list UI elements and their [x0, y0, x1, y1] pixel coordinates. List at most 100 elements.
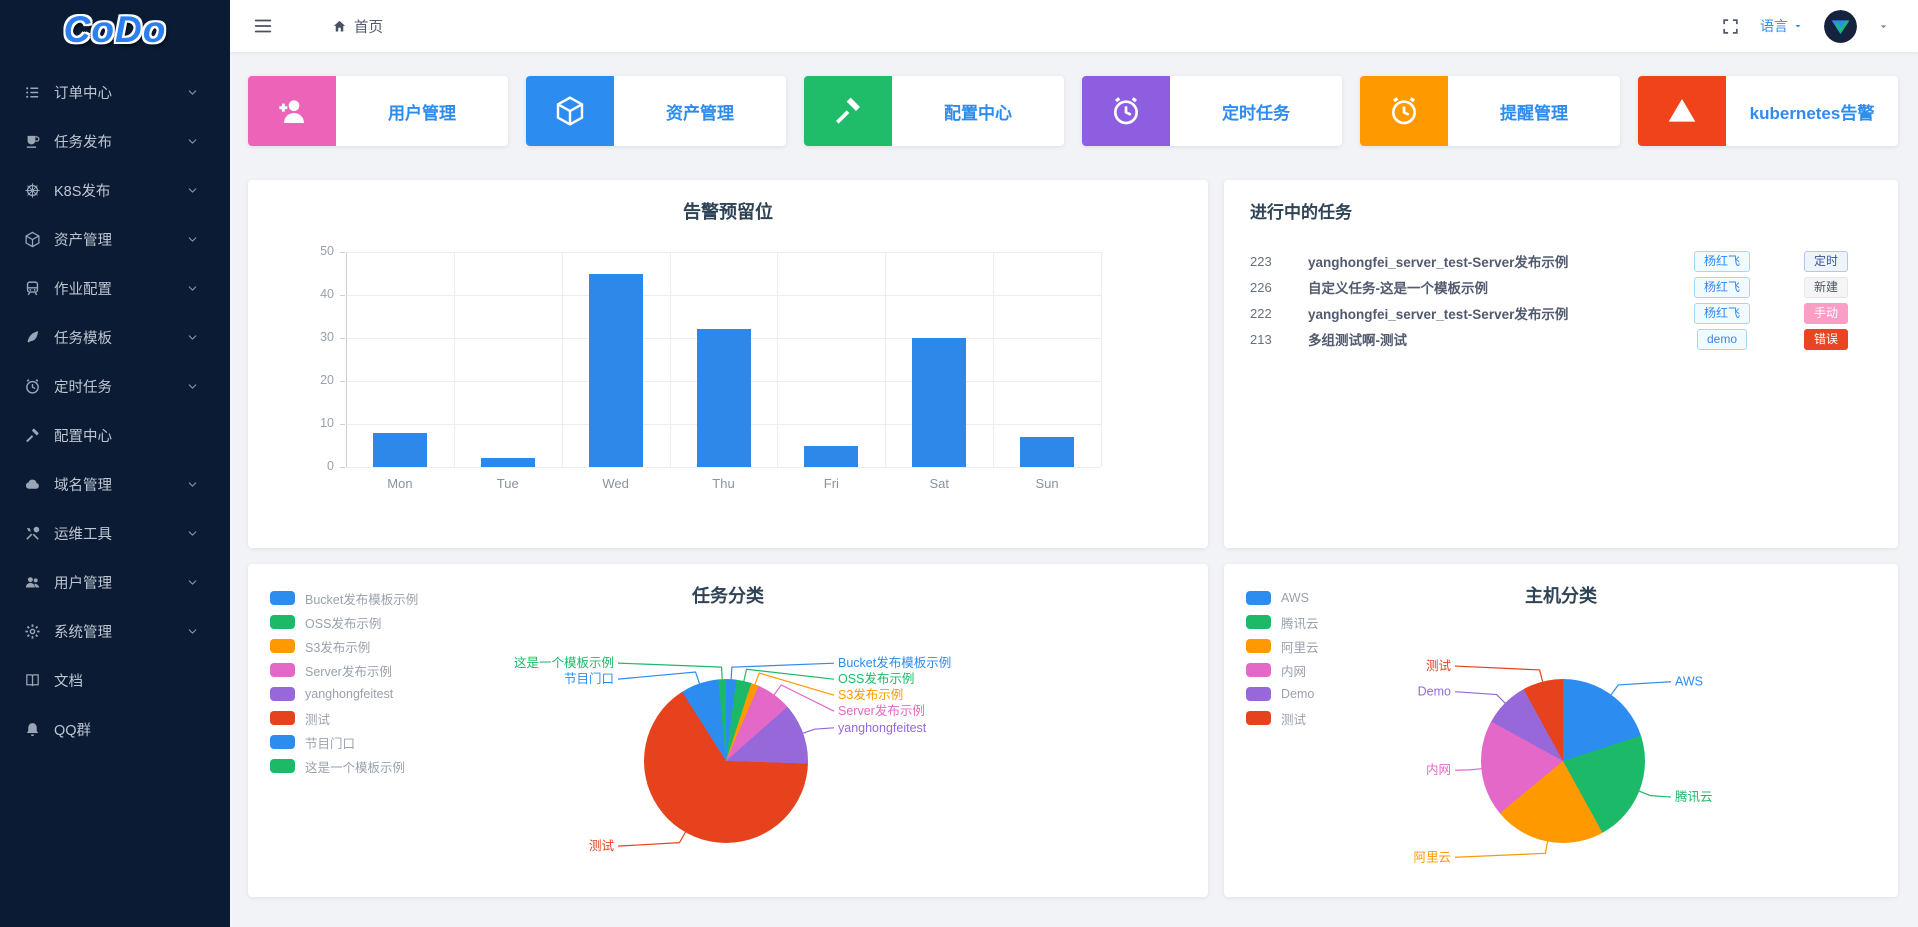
quick-card-kubernetes-alerts[interactable]: kubernetes告警 — [1638, 76, 1898, 146]
pie-slice-label: 内网 — [1426, 763, 1451, 777]
legend-swatch — [270, 687, 295, 701]
legend-label: OSS发布示例 — [305, 616, 382, 631]
book-icon — [26, 674, 39, 687]
breadcrumb-home-label: 首页 — [354, 19, 383, 36]
quick-card-asset-management[interactable]: 资产管理 — [526, 76, 786, 146]
legend-label: Server发布示例 — [305, 664, 392, 679]
quick-card-reminder-management[interactable]: 提醒管理 — [1360, 76, 1620, 146]
quick-card-user-management[interactable]: 用户管理 — [248, 76, 508, 146]
task-id: 223 — [1250, 253, 1272, 269]
pie-label-leader — [1454, 838, 1549, 858]
y-tick — [340, 467, 345, 468]
language-selector[interactable]: 语言 — [1760, 16, 1804, 36]
pie-slice-label: 腾讯云 — [1675, 789, 1713, 804]
sidebar-item-domain-management[interactable]: 域名管理 — [0, 460, 230, 509]
sidebar-item-label: K8S发布 — [54, 184, 111, 200]
quick-card-icon-box — [526, 76, 614, 146]
running-tasks-panel: 进行中的任务 223 yanghongfei_server_test-Server… — [1224, 180, 1898, 548]
sidebar-item-label: 用户管理 — [54, 576, 112, 592]
bar-Wed — [588, 273, 643, 467]
legend-swatch — [1246, 687, 1271, 701]
avatar[interactable] — [1824, 9, 1857, 43]
sidebar-item-cron-jobs[interactable]: 定时任务 — [0, 362, 230, 411]
legend-item[interactable]: Bucket发布模板示例 — [270, 586, 418, 610]
legend-swatch — [1246, 711, 1271, 725]
pie-label-leader — [742, 668, 835, 685]
chevron-down-icon — [188, 188, 197, 193]
sidebar-item-ops-tools[interactable]: 运维工具 — [0, 509, 230, 558]
sidebar-item-asset-management[interactable]: 资产管理 — [0, 215, 230, 264]
pie-slice-label: 测试 — [1426, 658, 1452, 673]
fullscreen-icon[interactable] — [1721, 17, 1740, 36]
caret-down-icon — [1795, 25, 1801, 28]
task-row[interactable]: 222 yanghongfei_server_test-Server发布示例 杨红飞… — [1250, 300, 1872, 326]
gridline — [346, 467, 1101, 468]
sidebar-item-system-management[interactable]: 系统管理 — [0, 607, 230, 656]
legend-label: Demo — [1281, 687, 1315, 701]
menu-toggle-icon[interactable] — [252, 15, 274, 37]
pie-label-leader — [730, 662, 835, 683]
legend-swatch — [1246, 663, 1271, 677]
x-tick-label: Sat — [929, 476, 949, 491]
legend-item[interactable]: S3发布示例 — [270, 634, 418, 658]
legend-item[interactable]: 腾讯云 — [1246, 610, 1319, 634]
quick-card-cron-jobs[interactable]: 定时任务 — [1082, 76, 1342, 146]
hammer-icon — [836, 97, 860, 124]
sidebar-item-qq-group[interactable]: QQ群 — [0, 705, 230, 754]
legend-label: S3发布示例 — [305, 640, 371, 655]
gridline — [561, 252, 563, 467]
sidebar-item-task-template[interactable]: 任务模板 — [0, 313, 230, 362]
legend-item[interactable]: 阿里云 — [1246, 634, 1319, 658]
legend-item[interactable]: AWS — [1246, 586, 1319, 610]
x-tick-label: Fri — [823, 476, 839, 491]
quick-card-icon-box — [248, 76, 336, 146]
task-title: 多组测试啊-测试 — [1308, 333, 1407, 348]
legend-swatch — [1246, 591, 1271, 605]
task-row[interactable]: 213 多组测试啊-测试 demo 错误 — [1250, 326, 1872, 352]
legend-item[interactable]: 内网 — [1246, 658, 1319, 682]
sidebar-item-docs[interactable]: 文档 — [0, 656, 230, 705]
gridline — [993, 252, 995, 467]
quick-card-config-center[interactable]: 配置中心 — [804, 76, 1064, 146]
legend-item[interactable]: yanghongfeitest — [270, 682, 418, 706]
list-icon — [26, 87, 39, 98]
legend-item[interactable]: 节目门口 — [270, 730, 418, 754]
legend-item[interactable]: Server发布示例 — [270, 658, 418, 682]
sidebar-item-label: 资产管理 — [54, 233, 112, 249]
legend-item[interactable]: Demo — [1246, 682, 1319, 706]
sidebar-item-config-center[interactable]: 配置中心 — [0, 411, 230, 460]
app-logo[interactable]: CoDo — [0, 0, 230, 60]
gridline — [346, 295, 1101, 296]
x-tick-label: Mon — [387, 476, 413, 491]
pie-label-leader — [617, 662, 723, 683]
task-title: yanghongfei_server_test-Server发布示例 — [1308, 307, 1569, 322]
sidebar-item-task-release[interactable]: 任务发布 — [0, 117, 230, 166]
legend-item[interactable]: 这是一个模板示例 — [270, 754, 418, 778]
sidebar-item-user-management[interactable]: 用户管理 — [0, 558, 230, 607]
legend-item[interactable]: 测试 — [1246, 706, 1319, 730]
chevron-down-icon — [188, 335, 197, 340]
task-row[interactable]: 223 yanghongfei_server_test-Server发布示例 杨红飞… — [1250, 248, 1872, 274]
pie-slice-label: OSS发布示例 — [838, 671, 914, 686]
user-menu-caret-icon[interactable] — [1877, 20, 1890, 33]
topbar-right: 语言 — [1721, 9, 1918, 43]
home-icon — [333, 20, 346, 31]
cloud-icon — [25, 479, 39, 489]
sidebar-item-job-config[interactable]: 作业配置 — [0, 264, 230, 313]
y-tick-label: 20 — [320, 373, 334, 387]
pie-slice-label: 这是一个模板示例 — [514, 655, 614, 670]
sidebar-item-k8s-release[interactable]: K8S发布 — [0, 166, 230, 215]
pie-chart — [1481, 679, 1645, 843]
task-row[interactable]: 226 自定义任务-这是一个模板示例 杨红飞 新建 — [1250, 274, 1872, 300]
quick-card-icon-box — [1360, 76, 1448, 146]
panel-title: 告警预留位 — [683, 202, 773, 222]
y-axis — [346, 252, 347, 467]
breadcrumb[interactable]: 首页 — [332, 16, 383, 37]
sidebar-item-label: 任务模板 — [54, 331, 112, 347]
chevron-down-icon — [188, 384, 197, 389]
sidebar-item-label: 订单中心 — [54, 86, 112, 102]
quick-card-label: 提醒管理 — [1500, 103, 1568, 123]
legend-item[interactable]: 测试 — [270, 706, 418, 730]
legend-item[interactable]: OSS发布示例 — [270, 610, 418, 634]
sidebar-item-order-center[interactable]: 订单中心 — [0, 68, 230, 117]
